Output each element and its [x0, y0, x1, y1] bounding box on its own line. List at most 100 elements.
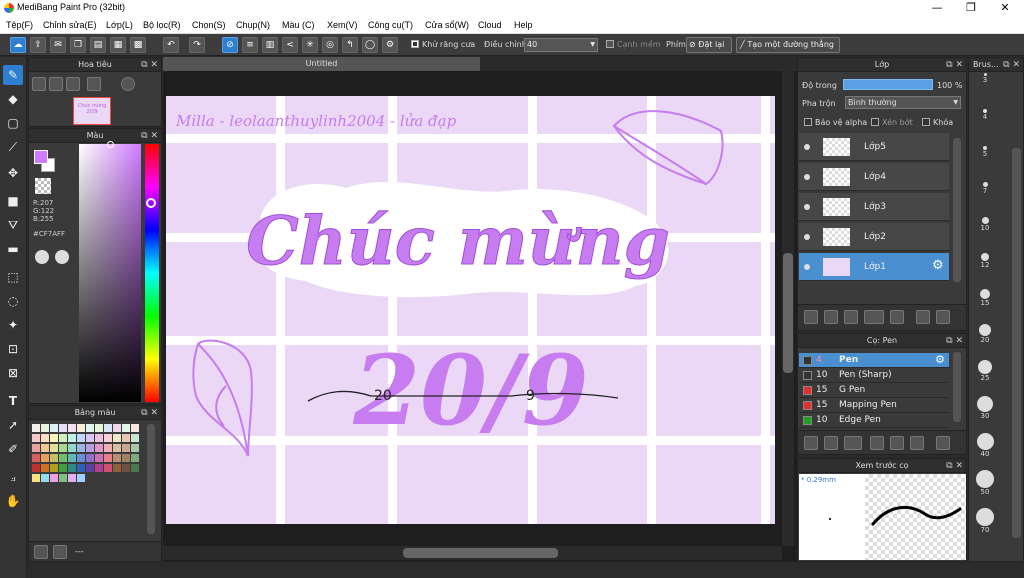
layer-scrollbar[interactable] [953, 138, 961, 282]
hand-tool-icon[interactable]: ✋ [3, 491, 23, 511]
panel-close-icon[interactable]: ⧉ ✕ [946, 334, 963, 348]
new-palette-icon[interactable] [34, 545, 48, 559]
antialias-checkbox[interactable]: Khử răng cưa [411, 40, 475, 49]
layer-settings-icon[interactable]: ⚙ [932, 258, 944, 273]
document-tab[interactable]: Untitled [163, 57, 480, 71]
palette-swatch[interactable] [41, 434, 49, 442]
palette-swatch[interactable] [50, 474, 58, 482]
palette-swatch[interactable] [41, 464, 49, 472]
layer-item-selected[interactable]: Lớp1 ⚙ [799, 253, 949, 281]
palette-swatch[interactable] [122, 444, 130, 452]
magic-wand-tool-icon[interactable]: ✦ [3, 315, 23, 335]
palette-swatch[interactable] [68, 424, 76, 432]
redo-icon[interactable]: ↷ [189, 37, 205, 53]
horizontal-scrollbar[interactable] [163, 546, 782, 560]
lock-checkbox[interactable]: Khóa [922, 118, 953, 127]
primary-color-swatch[interactable] [34, 150, 48, 164]
dot-tool-icon[interactable]: ⟋ [3, 137, 23, 157]
panel-close-icon[interactable]: ⧉ ✕ [946, 58, 963, 72]
brush-item[interactable]: 10 Pen (Sharp) [799, 368, 949, 383]
palette-swatch[interactable] [86, 444, 94, 452]
brush-settings-icon[interactable]: ⚙ [935, 353, 945, 366]
palette-swatch[interactable] [131, 424, 139, 432]
panel-close-icon[interactable]: ⧉ ✕ [1003, 58, 1020, 72]
brush-size-option[interactable]: 50 [972, 470, 998, 496]
palette-swatch[interactable] [131, 464, 139, 472]
palette-swatch[interactable] [50, 424, 58, 432]
add-brush-menu-icon[interactable] [844, 436, 862, 450]
radial-snap-icon[interactable]: ✳ [302, 37, 318, 53]
palette-swatch[interactable] [50, 454, 58, 462]
new-layer-1bit-icon[interactable] [844, 310, 858, 324]
palette-swatch[interactable] [122, 454, 130, 462]
brush-size-option[interactable]: 12 [972, 253, 998, 269]
gradient-tool-icon[interactable]: ▬ [3, 239, 23, 259]
operation-tool-icon[interactable]: ➚ [3, 415, 23, 435]
palette-swatch[interactable] [95, 454, 103, 462]
eye-icon[interactable] [804, 174, 810, 180]
layer-item[interactable]: Lớp5 [799, 133, 949, 161]
palette-swatch[interactable] [113, 454, 121, 462]
palette-swatch[interactable] [41, 454, 49, 462]
brush-size-option[interactable]: 4 [972, 109, 998, 121]
brush-size-option[interactable]: 70 [972, 508, 998, 534]
shape-tool-icon[interactable]: ▢ [3, 113, 23, 133]
vanish-snap-icon[interactable]: < [282, 37, 298, 53]
palette-swatch[interactable] [113, 424, 121, 432]
menu-capture[interactable]: Chụp(N) [236, 20, 270, 30]
palette-swatch[interactable] [41, 474, 49, 482]
eye-icon[interactable] [804, 144, 810, 150]
artboard[interactable]: Milla - leolaanthuylinh2004 - lửa đạp Ch… [166, 96, 775, 524]
palette-swatch[interactable] [86, 454, 94, 462]
palette-swatch[interactable] [131, 444, 139, 452]
palette-swatch[interactable] [77, 444, 85, 452]
zoom-in-icon[interactable] [32, 77, 46, 91]
saturation-value-picker[interactable] [79, 141, 141, 402]
palette-swatch[interactable] [32, 434, 40, 442]
opacity-slider[interactable] [843, 79, 933, 90]
copy-icon[interactable]: ❐ [70, 37, 86, 53]
brush-size-option[interactable]: 5 [972, 146, 998, 158]
palette-swatch[interactable] [32, 454, 40, 462]
eraser-tool-icon[interactable]: ◆ [3, 89, 23, 109]
hue-slider[interactable] [145, 144, 159, 402]
edge-checkbox[interactable]: Cạnh mềm [606, 40, 661, 49]
minimize-button[interactable]: — [920, 0, 954, 17]
sv-picker-handle[interactable] [107, 141, 114, 148]
duplicate-layer-icon[interactable] [916, 310, 930, 324]
snap-off-icon[interactable]: ⊘ [222, 37, 238, 53]
eye-icon[interactable] [804, 204, 810, 210]
palette-swatch[interactable] [113, 434, 121, 442]
clipping-checkbox[interactable]: Xén bớt [871, 118, 913, 127]
brush-doc-icon[interactable] [870, 436, 884, 450]
fit-icon[interactable] [49, 77, 63, 91]
horizontal-scroll-thumb[interactable] [403, 548, 558, 558]
maximize-button[interactable]: ❐ [954, 0, 988, 17]
eye-icon[interactable] [804, 264, 810, 270]
palette-swatch[interactable] [95, 434, 103, 442]
palette-swatch[interactable] [104, 424, 112, 432]
menu-select[interactable]: Chọn(S) [192, 20, 226, 30]
palette-swatch[interactable] [86, 464, 94, 472]
add-layer-menu-icon[interactable] [864, 310, 884, 324]
palette-swatch[interactable] [77, 464, 85, 472]
menu-file[interactable]: Tệp(F) [6, 20, 33, 30]
brush-tool-icon[interactable]: ✎ [3, 65, 23, 85]
move-tool-icon[interactable]: ✥ [3, 163, 23, 183]
palette-swatch[interactable] [77, 424, 85, 432]
menu-edit[interactable]: Chỉnh sửa(E) [43, 20, 97, 30]
brush-size-option[interactable]: 15 [972, 289, 998, 307]
menu-color[interactable]: Màu (C) [282, 20, 315, 30]
palette-swatch[interactable] [131, 434, 139, 442]
eyedropper-tool-icon[interactable]: ⟓ [3, 467, 23, 487]
cloud-icon[interactable]: ☁ [10, 37, 26, 53]
ellipse-snap-icon[interactable]: ◯ [362, 37, 378, 53]
parallel-snap-icon[interactable]: ≡ [242, 37, 258, 53]
palette-swatch[interactable] [50, 464, 58, 472]
blend-select[interactable]: Bình thường ▼ [845, 96, 961, 109]
new-brush-icon[interactable] [824, 436, 838, 450]
brush-size-option[interactable]: 25 [972, 360, 998, 382]
palette-swatch[interactable] [95, 424, 103, 432]
menu-window[interactable]: Cửa sổ(W) [425, 20, 469, 30]
panel-close-icon[interactable]: ⧉ ✕ [141, 129, 158, 143]
